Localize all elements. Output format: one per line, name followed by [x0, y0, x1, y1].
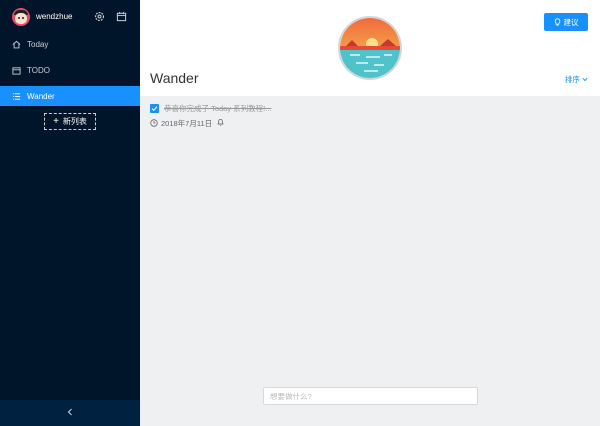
new-list-label: 新列表 [62, 117, 87, 126]
bulb-icon [554, 18, 560, 26]
username: wendzhue [36, 12, 73, 21]
sidebar: wendzhue Today TODO Wander + 新列表 [0, 0, 140, 426]
sidebar-item-label: Wander [27, 91, 55, 101]
sort-button[interactable]: 排序 [565, 74, 588, 85]
suggest-label: 建议 [563, 17, 579, 27]
new-todo-input[interactable] [263, 387, 478, 405]
sidebar-item-today[interactable]: Today [0, 34, 140, 54]
todo-checkbox[interactable] [150, 103, 159, 113]
list-cover-image [338, 16, 402, 80]
todo-text: 恭喜你完成了 Today 系列教程!... [164, 103, 272, 113]
list-icon [12, 92, 21, 101]
avatar[interactable] [12, 8, 30, 26]
page-title: Wander [150, 70, 199, 86]
todo-date: 2018年7月11日 [161, 118, 213, 128]
clock-icon [150, 119, 158, 127]
new-list-button[interactable]: + 新列表 [44, 113, 96, 130]
bell-icon[interactable] [217, 118, 227, 128]
sidebar-item-wander[interactable]: Wander [0, 86, 140, 106]
calendar-icon[interactable] [116, 11, 128, 23]
list-header: 建议 Wander 排序 [140, 0, 600, 96]
sidebar-item-label: TODO [27, 65, 50, 75]
check-icon [151, 105, 158, 111]
home-icon [12, 40, 21, 49]
sidebar-item-todo[interactable]: TODO [0, 60, 140, 80]
todo-item[interactable]: 恭喜你完成了 Today 系列教程!... 2018年7月11日 [150, 102, 590, 129]
settings-icon[interactable] [94, 11, 106, 23]
chevron-left-icon [66, 408, 74, 418]
plus-icon: + [53, 116, 59, 127]
sidebar-item-label: Today [27, 39, 49, 49]
calendar-icon [12, 66, 21, 75]
main-panel: 建议 Wander 排序 恭喜你完成了 Today 系列教程!... 2018年… [140, 0, 600, 426]
sidebar-header: wendzhue [0, 0, 140, 34]
suggest-button[interactable]: 建议 [544, 13, 588, 31]
sort-label: 排序 [564, 75, 580, 84]
sidebar-collapse-button[interactable] [0, 400, 140, 426]
chevron-down-icon [582, 75, 588, 84]
